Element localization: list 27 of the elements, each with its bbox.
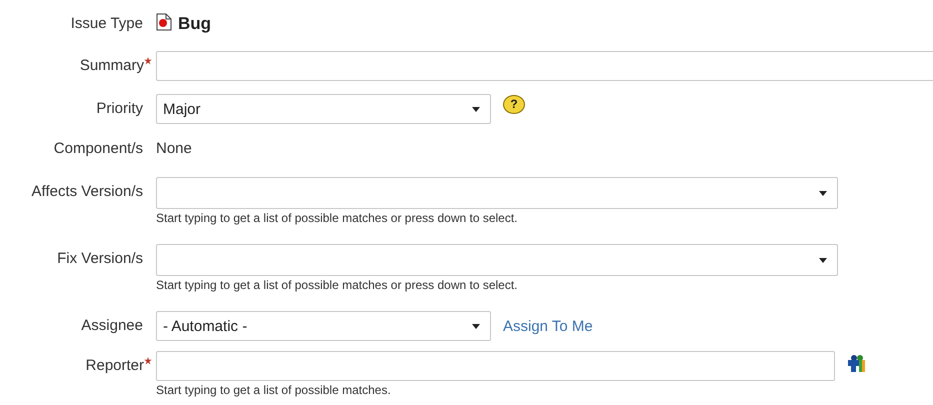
caret-icon: [819, 190, 827, 196]
field-hint: Start typing to get a list of possible matches or press down to select.: [156, 278, 519, 292]
caret-icon: [819, 258, 827, 262]
field-label: Reporter: [86, 356, 145, 376]
field-label: Issue Type: [70, 14, 144, 34]
field-hint: Start typing to get a list of possible matches or press down to select.: [156, 211, 519, 225]
field-label: Fix Version/s: [57, 249, 144, 269]
field-hint: Start typing to get a list of possible matches.: [156, 383, 392, 397]
issue-type-value: Bug: [178, 14, 212, 34]
bug-document-icon: [156, 12, 172, 30]
field-label: Component/s: [54, 139, 144, 159]
field-label: Assignee: [81, 316, 144, 336]
select-dropdown[interactable]: Major: [156, 94, 491, 124]
users-icon[interactable]: [847, 355, 867, 373]
version-combo-field[interactable]: [156, 177, 838, 209]
field-label: Priority: [96, 99, 144, 119]
caret-icon: [472, 106, 480, 112]
assign-to-me-link[interactable]: Assign To Me: [503, 318, 593, 334]
field-label: Summary: [80, 56, 145, 76]
field-value: None: [156, 139, 193, 159]
summary-input-field[interactable]: [156, 51, 933, 81]
help-icon[interactable]: ?: [503, 94, 525, 114]
select-dropdown[interactable]: - Automatic -: [156, 311, 491, 341]
version-combo-field[interactable]: [156, 244, 838, 276]
reporter-input-field[interactable]: [156, 351, 835, 381]
caret-icon: [472, 324, 480, 328]
field-label: Affects Version/s: [32, 182, 144, 202]
